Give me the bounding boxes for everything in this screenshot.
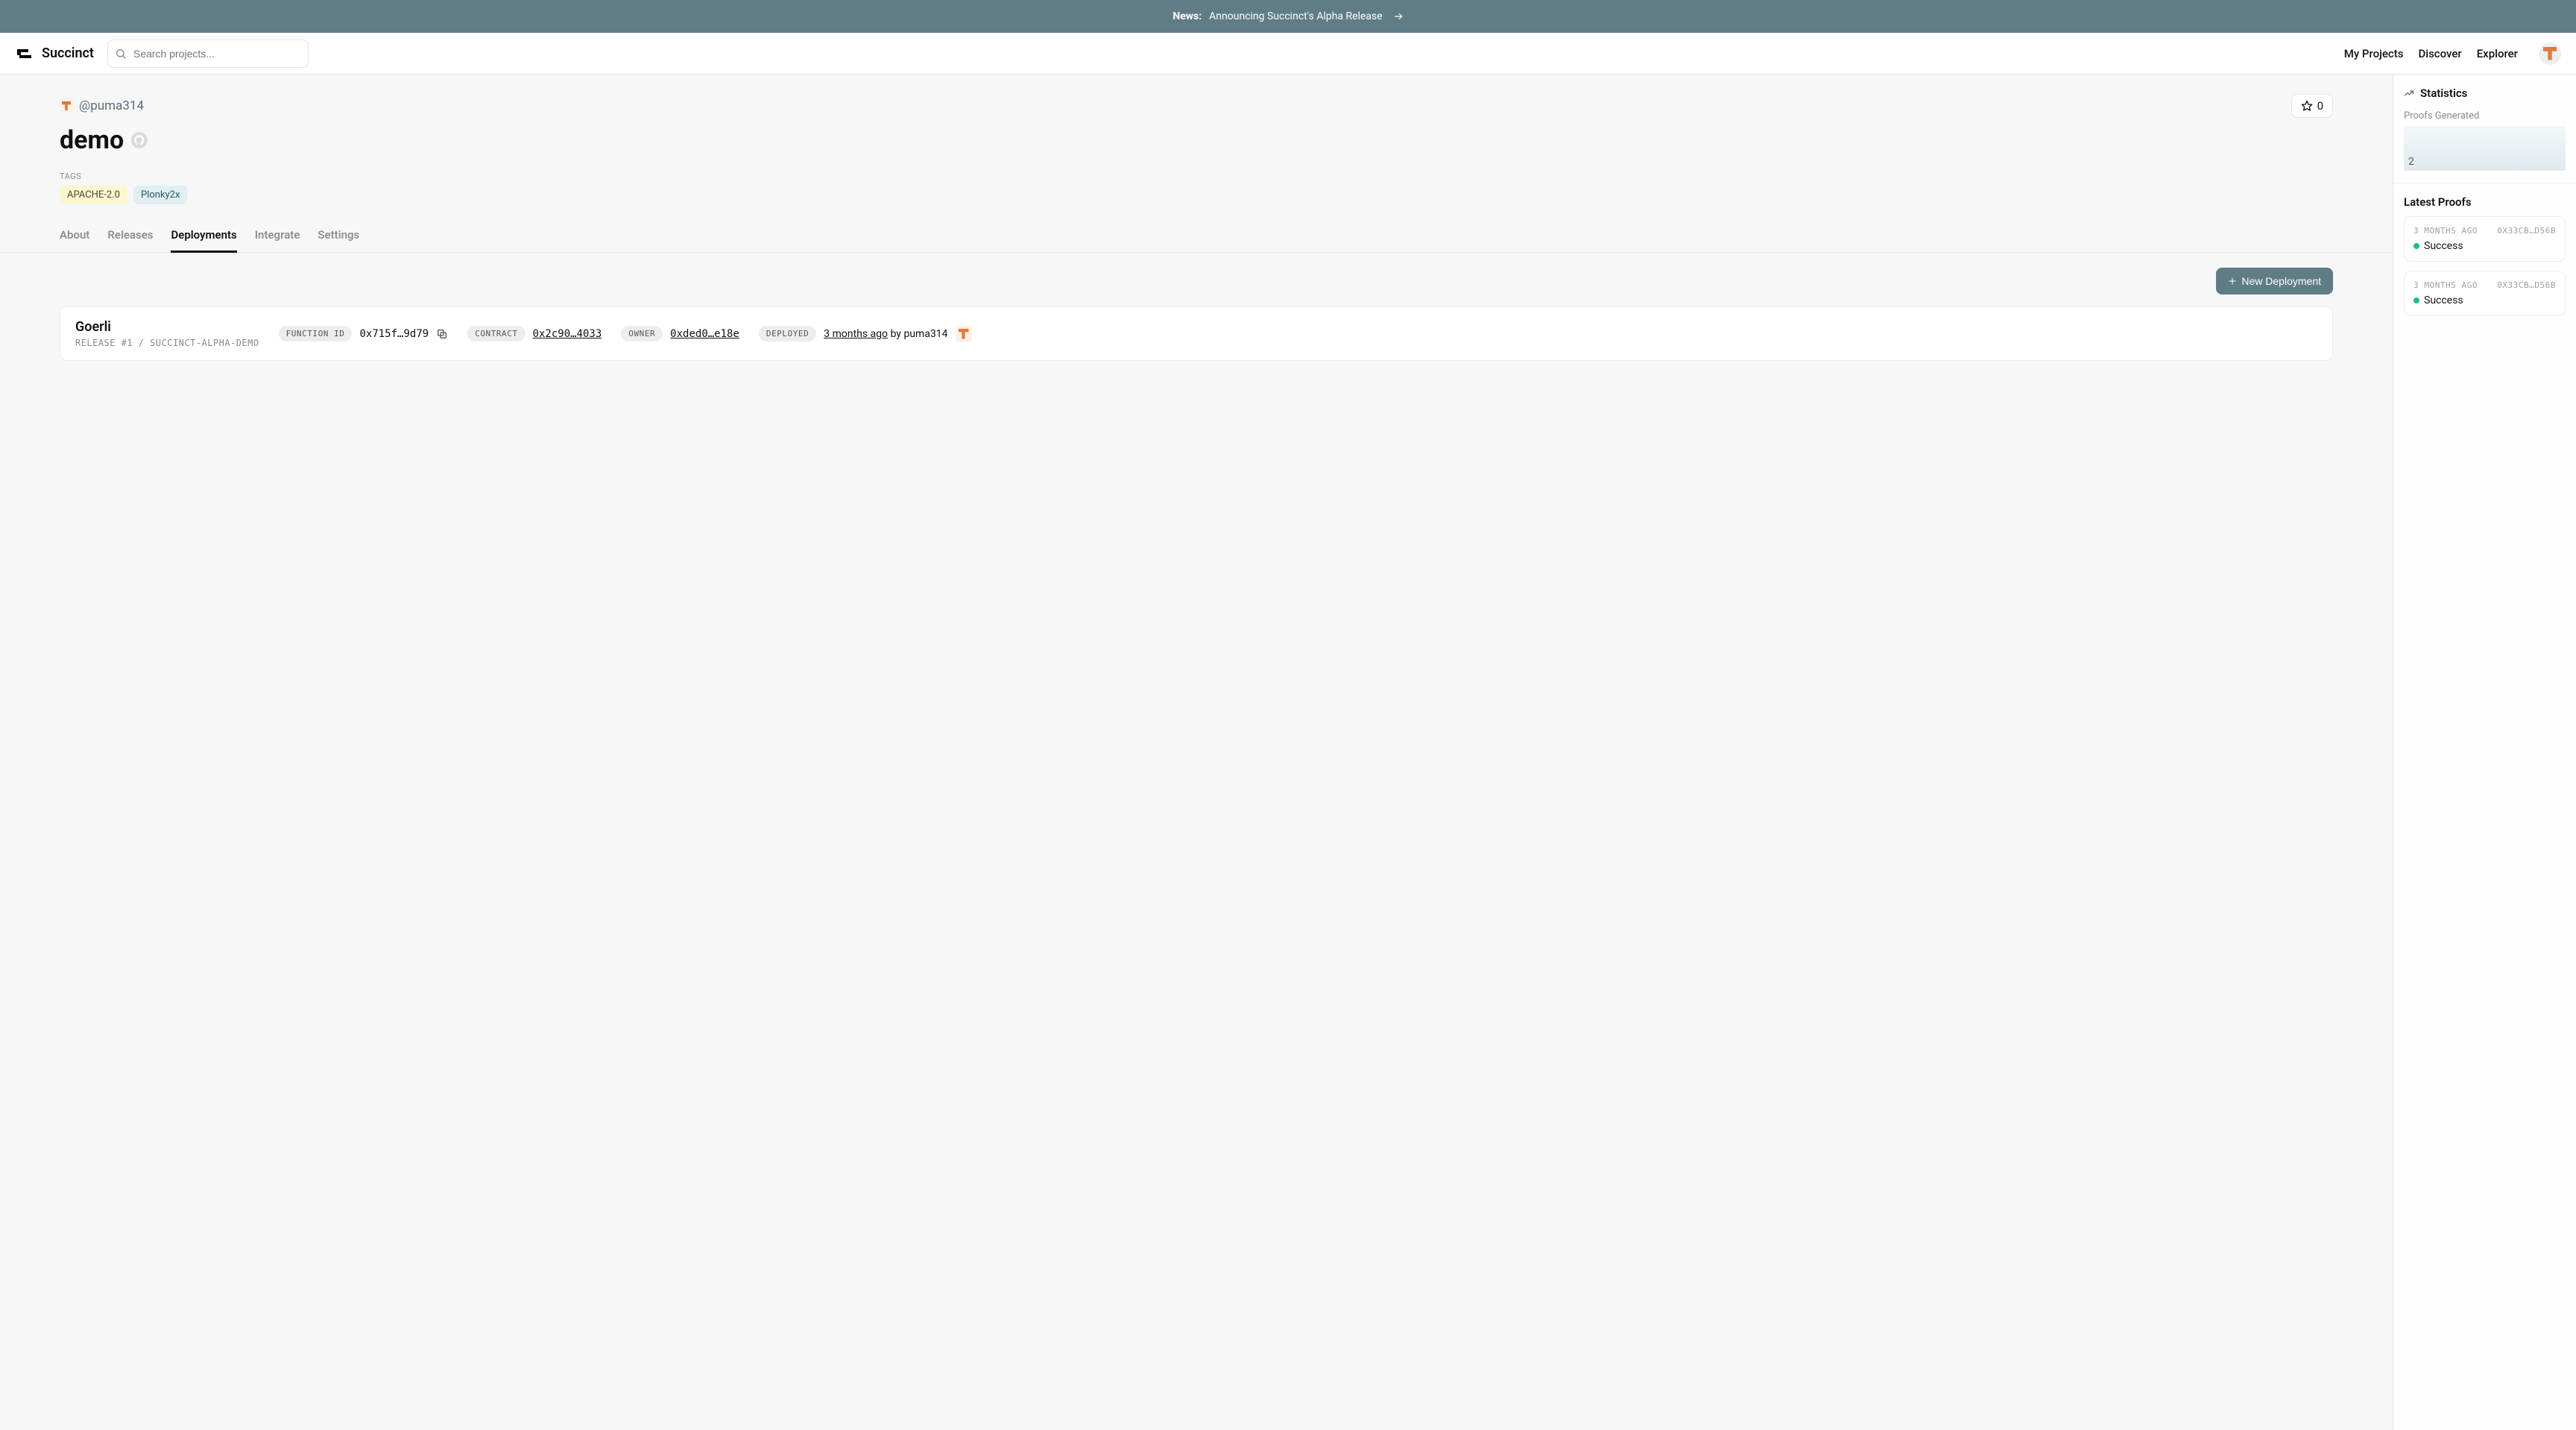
project-title: demo <box>60 125 124 155</box>
nav-discover[interactable]: Discover <box>2418 47 2461 60</box>
top-nav: Succinct My Projects Discover Explorer <box>0 33 2576 75</box>
proof-age: 3 MONTHS AGO <box>2414 226 2478 236</box>
proof-age: 3 MONTHS AGO <box>2414 280 2478 290</box>
arrow-right-icon <box>1393 11 1404 22</box>
status-dot-icon <box>2414 243 2419 249</box>
deployed-time-link[interactable]: 3 months ago <box>824 328 888 340</box>
github-link[interactable] <box>131 132 148 148</box>
deployer-avatar <box>956 326 972 342</box>
search-input[interactable] <box>107 40 309 68</box>
proofs-generated-count: 2 <box>2408 156 2414 168</box>
plus-icon <box>2228 277 2237 286</box>
tags-label: TAGS <box>60 171 2333 181</box>
search-wrap <box>107 40 309 68</box>
function-id-value: 0x715f…9d79 <box>359 328 429 340</box>
deployment-network: Goerli <box>75 319 259 335</box>
new-deployment-label: New Deployment <box>2241 275 2321 287</box>
star-button[interactable]: 0 <box>2291 94 2333 118</box>
proofs-generated-label: Proofs Generated <box>2404 110 2566 122</box>
news-label: News: <box>1172 10 1202 22</box>
tab-deployments[interactable]: Deployments <box>171 221 236 253</box>
tag-license[interactable]: APACHE-2.0 <box>60 186 127 204</box>
latest-proofs-title: Latest Proofs <box>2404 195 2566 209</box>
owner-label: OWNER <box>621 326 663 341</box>
contract-link[interactable]: 0x2c90…4033 <box>533 328 602 340</box>
github-icon <box>134 135 145 145</box>
tag-framework[interactable]: Plonky2x <box>133 186 187 204</box>
tab-integrate[interactable]: Integrate <box>255 221 300 252</box>
proof-hash: 0x33cb…d56b <box>2497 226 2556 236</box>
stats-sidebar: Statistics Proofs Generated 2 Latest Pro… <box>2393 75 2576 1430</box>
status-dot-icon <box>2414 297 2419 303</box>
proofs-generated-chart: 2 <box>2404 126 2566 171</box>
deployment-release-line: RELEASE #1 / SUCCINCT-ALPHA-DEMO <box>75 338 259 348</box>
proof-status-text: Success <box>2424 240 2463 252</box>
new-deployment-button[interactable]: New Deployment <box>2216 268 2333 294</box>
news-headline: Announcing Succinct's Alpha Release <box>1209 10 1383 22</box>
tab-settings[interactable]: Settings <box>318 221 359 252</box>
by-user: puma314 <box>903 328 947 340</box>
owner-link[interactable]: 0xded0…e18e <box>670 328 739 340</box>
brand-logo-icon <box>15 46 36 61</box>
nav-links: My Projects Discover Explorer <box>2344 42 2561 65</box>
copy-icon[interactable] <box>436 328 448 340</box>
brand-name: Succinct <box>42 45 94 61</box>
proof-status-text: Success <box>2424 294 2463 306</box>
proof-card[interactable]: 3 MONTHS AGO 0x33cb…d56b Success <box>2404 271 2566 316</box>
avatar-glyph-icon <box>2543 47 2557 60</box>
proof-card[interactable]: 3 MONTHS AGO 0x33cb…d56b Success <box>2404 216 2566 262</box>
by-text: by <box>891 328 901 340</box>
star-icon <box>2301 100 2313 112</box>
trend-icon <box>2404 88 2414 98</box>
deployment-card[interactable]: Goerli RELEASE #1 / SUCCINCT-ALPHA-DEMO … <box>60 306 2333 361</box>
tab-releases[interactable]: Releases <box>107 221 153 252</box>
tab-about[interactable]: About <box>60 221 89 252</box>
announcement-banner[interactable]: News: Announcing Succinct's Alpha Releas… <box>0 0 2576 33</box>
nav-explorer[interactable]: Explorer <box>2477 47 2518 60</box>
search-icon <box>115 48 127 60</box>
contract-label: CONTRACT <box>467 326 525 341</box>
tags-row: APACHE-2.0 Plonky2x <box>60 186 2333 204</box>
user-avatar[interactable] <box>2539 42 2561 65</box>
brand-home-link[interactable]: Succinct <box>15 45 94 61</box>
project-header: @puma314 0 demo TAGS APACHE-2.0 Plonky2 <box>0 75 2393 204</box>
nav-my-projects[interactable]: My Projects <box>2344 47 2404 60</box>
stats-title: Statistics <box>2420 86 2467 100</box>
function-id-label: FUNCTION ID <box>279 326 353 341</box>
owner-avatar <box>60 99 73 113</box>
project-tabs: About Releases Deployments Integrate Set… <box>0 221 2393 253</box>
proof-hash: 0x33cb…d56b <box>2497 280 2556 290</box>
star-count: 0 <box>2317 99 2323 113</box>
deployed-label: DEPLOYED <box>759 326 816 341</box>
owner-handle-link[interactable]: @puma314 <box>79 98 144 113</box>
